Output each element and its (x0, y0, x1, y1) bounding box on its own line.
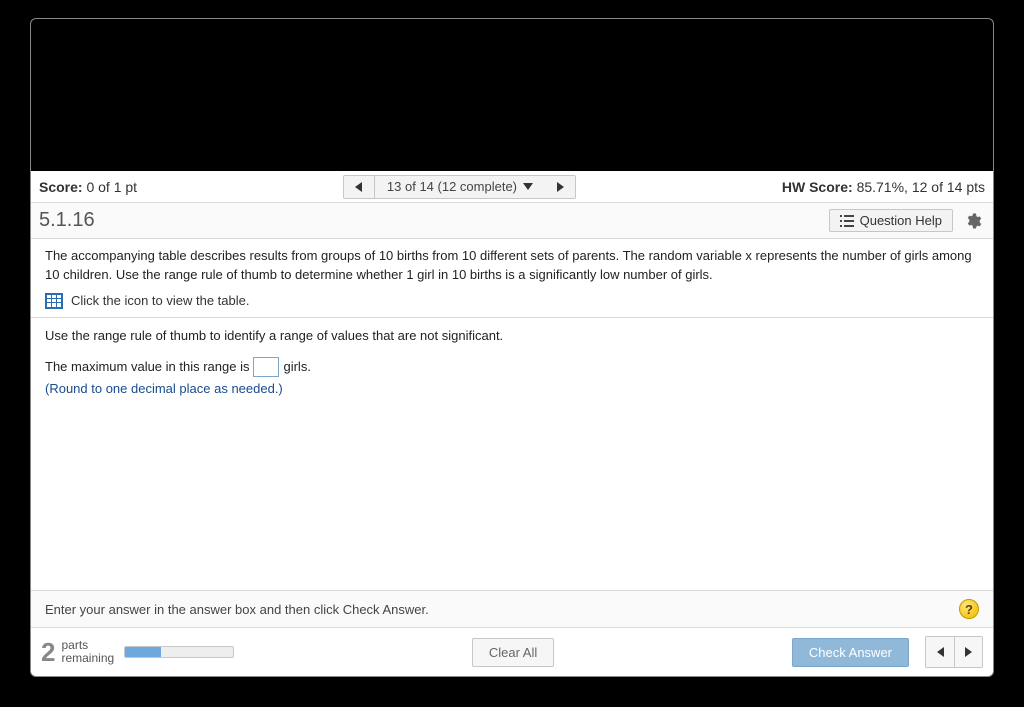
parts-remaining: 2 parts remaining (41, 637, 114, 668)
settings-button[interactable] (961, 209, 985, 233)
nav-position-text: 13 of 14 (12 complete) (387, 179, 517, 194)
parts-label-2: remaining (61, 652, 114, 665)
answer-before-text: The maximum value in this range is (45, 359, 249, 374)
question-number: 5.1.16 (39, 209, 95, 232)
hw-score-value: 85.71%, 12 of 14 pts (857, 179, 985, 195)
view-table-link[interactable]: Click the icon to view the table. (45, 291, 979, 317)
score-label: Score: (39, 179, 83, 195)
sub-instruction: Use the range rule of thumb to identify … (45, 328, 979, 357)
score-left: Score: 0 of 1 pt (39, 179, 137, 195)
round-note: (Round to one decimal place as needed.) (45, 381, 979, 396)
check-answer-button[interactable]: Check Answer (792, 638, 909, 667)
score-bar: Score: 0 of 1 pt 13 of 14 (12 complete) … (31, 171, 993, 203)
footer-prev-button[interactable] (926, 637, 954, 667)
triangle-right-icon (965, 647, 972, 657)
question-mark-icon: ? (965, 602, 973, 617)
nav-next-button[interactable] (545, 176, 575, 198)
footer-next-button[interactable] (954, 637, 982, 667)
nav-prev-button[interactable] (344, 176, 374, 198)
problem-text: The accompanying table describes results… (45, 247, 979, 291)
nav-position-dropdown[interactable]: 13 of 14 (12 complete) (374, 176, 545, 198)
answer-after-text: girls. (283, 359, 310, 374)
list-icon (840, 215, 854, 227)
app-frame: Score: 0 of 1 pt 13 of 14 (12 complete) … (30, 18, 994, 677)
divider (31, 317, 993, 318)
hw-score-label: HW Score: (782, 179, 853, 195)
answer-line: The maximum value in this range is girls… (45, 357, 979, 377)
gear-icon (964, 212, 982, 230)
table-icon (45, 293, 63, 309)
triangle-left-icon (355, 182, 362, 192)
progress-fill (125, 647, 161, 657)
parts-count: 2 (41, 637, 55, 668)
instruction-bar: Enter your answer in the answer box and … (31, 590, 993, 628)
view-table-text: Click the icon to view the table. (71, 293, 249, 308)
footer-nav (925, 636, 983, 668)
nav-group: 13 of 14 (12 complete) (343, 175, 576, 199)
nav-center: 13 of 14 (12 complete) (137, 175, 782, 199)
answer-input[interactable] (253, 357, 279, 377)
triangle-left-icon (937, 647, 944, 657)
question-header: 5.1.16 Question Help (31, 203, 993, 239)
footer: 2 parts remaining Clear All Check Answer (31, 628, 993, 676)
question-body: The accompanying table describes results… (31, 239, 993, 396)
question-help-label: Question Help (860, 213, 942, 228)
question-help-button[interactable]: Question Help (829, 209, 953, 232)
progress-bar (124, 646, 234, 658)
instruction-text: Enter your answer in the answer box and … (45, 602, 429, 617)
content-area: Score: 0 of 1 pt 13 of 14 (12 complete) … (31, 171, 993, 676)
score-value: 0 of 1 pt (86, 179, 137, 195)
help-button[interactable]: ? (959, 599, 979, 619)
hw-score: HW Score: 85.71%, 12 of 14 pts (782, 179, 985, 195)
clear-all-button[interactable]: Clear All (472, 638, 554, 667)
triangle-down-icon (523, 183, 533, 190)
parts-label: parts remaining (61, 639, 114, 665)
triangle-right-icon (557, 182, 564, 192)
